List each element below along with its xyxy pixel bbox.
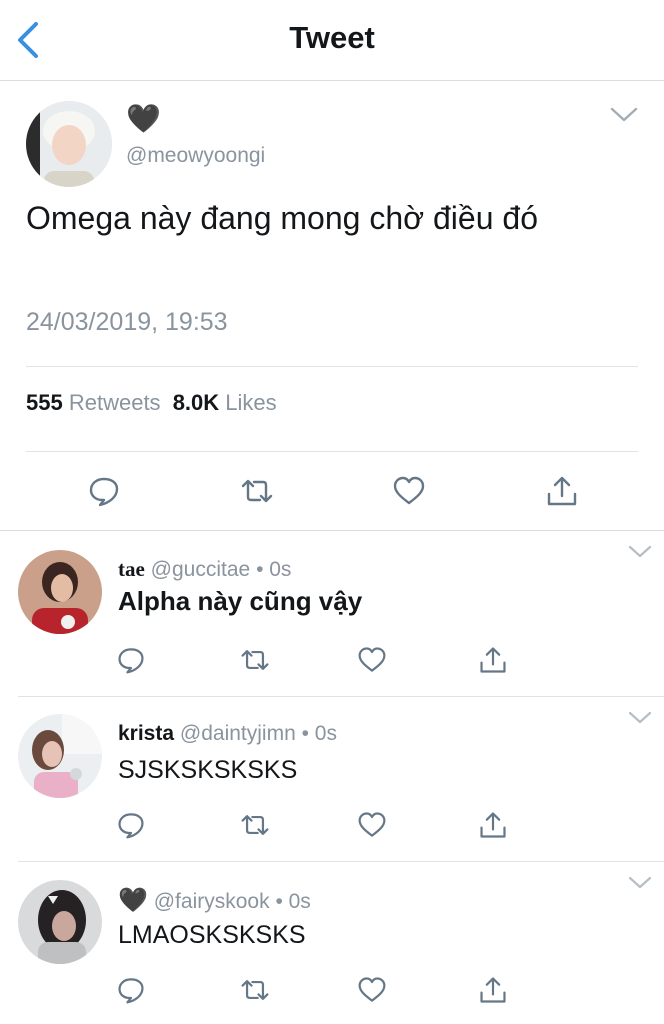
divider <box>26 366 638 367</box>
likes-count[interactable]: 8.0K <box>173 390 219 415</box>
like-button[interactable] <box>357 975 387 1005</box>
divider <box>18 696 664 697</box>
divider <box>0 530 664 531</box>
reply-icon <box>118 978 144 1004</box>
retweets-label[interactable]: Retweets <box>69 390 161 415</box>
reply-icon <box>118 648 144 674</box>
reply-button[interactable] <box>116 975 146 1005</box>
retweet-button[interactable] <box>240 975 270 1005</box>
share-button[interactable] <box>478 810 508 840</box>
share-icon <box>547 476 577 506</box>
divider <box>18 861 664 862</box>
share-button[interactable] <box>478 975 508 1005</box>
reply-name[interactable]: 🖤 <box>118 887 148 914</box>
like-icon <box>358 812 386 837</box>
share-button[interactable] <box>478 645 508 675</box>
chevron-down-icon[interactable] <box>628 711 652 725</box>
reply-button[interactable] <box>116 810 146 840</box>
like-icon <box>393 476 425 505</box>
tweet-timestamp: 24/03/2019, 19:53 <box>26 308 228 336</box>
tweet-text: Omega này đang mong chờ điều đó <box>26 200 538 236</box>
like-button[interactable] <box>392 474 426 508</box>
reply-button[interactable] <box>87 474 121 508</box>
user-handle[interactable]: @meowyoongi <box>126 144 265 168</box>
reply-header: krista @daintyjimn • 0s <box>118 722 337 745</box>
share-icon <box>480 647 506 673</box>
avatar[interactable] <box>18 880 102 964</box>
likes-label[interactable]: Likes <box>225 390 276 415</box>
reply-text: Alpha này cũng vậy <box>118 586 363 616</box>
like-button[interactable] <box>357 810 387 840</box>
retweet-icon <box>241 650 269 670</box>
chevron-down-icon[interactable] <box>610 107 638 123</box>
reply-name[interactable]: krista <box>118 722 174 745</box>
like-button[interactable] <box>357 645 387 675</box>
avatar[interactable] <box>26 101 112 187</box>
page-title: Tweet <box>289 20 375 55</box>
display-name: 🖤 <box>126 103 161 134</box>
share-icon <box>480 812 506 838</box>
reply-text: SJSKSKSKSKS <box>118 756 298 784</box>
reply-time: 0s <box>314 722 337 745</box>
reply-icon <box>118 813 144 839</box>
share-icon <box>480 977 506 1003</box>
retweet-icon <box>241 980 269 1000</box>
reply-button[interactable] <box>116 645 146 675</box>
reply-handle[interactable]: @fairyskook <box>154 890 270 913</box>
retweet-icon <box>241 815 269 835</box>
engagement-stats: 555 Retweets 8.0K Likes <box>26 390 277 416</box>
share-button[interactable] <box>545 474 579 508</box>
reply-header: 🖤 @fairyskook • 0s <box>118 887 311 914</box>
retweet-button[interactable] <box>240 645 270 675</box>
reply-icon <box>89 477 119 507</box>
like-icon <box>358 977 386 1002</box>
reply-name[interactable]: tae <box>118 557 145 581</box>
reply-header: tae @guccitae • 0s <box>118 557 292 581</box>
reply-time: 0s <box>288 890 311 913</box>
like-icon <box>358 647 386 672</box>
chevron-down-icon[interactable] <box>628 545 652 559</box>
reply-handle[interactable]: @daintyjimn <box>180 722 296 745</box>
reply-time: 0s <box>269 558 292 581</box>
retweet-icon <box>241 479 273 503</box>
retweets-count[interactable]: 555 <box>26 390 63 415</box>
avatar[interactable] <box>18 550 102 634</box>
avatar[interactable] <box>18 714 102 798</box>
chevron-down-icon[interactable] <box>628 876 652 890</box>
divider <box>26 451 638 452</box>
reply-handle[interactable]: @guccitae <box>151 558 251 581</box>
reply-text: LMAOSKSKSKS <box>118 921 306 949</box>
retweet-button[interactable] <box>240 474 274 508</box>
retweet-button[interactable] <box>240 810 270 840</box>
